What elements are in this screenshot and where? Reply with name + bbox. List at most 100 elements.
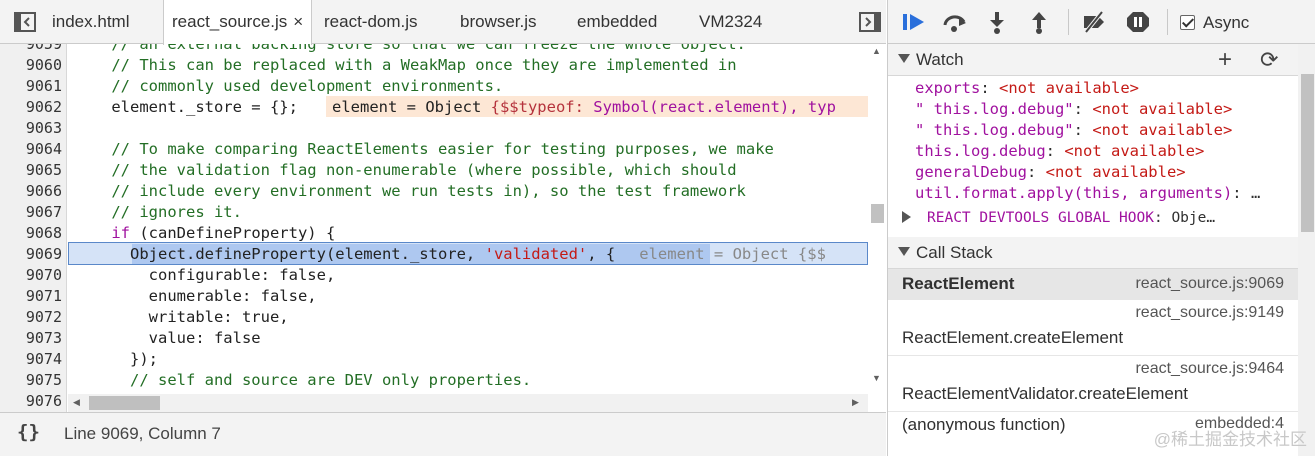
row-divider bbox=[888, 411, 1298, 412]
code-line: configurable: false, bbox=[74, 266, 336, 284]
async-checkbox[interactable] bbox=[1180, 15, 1195, 30]
watch-item[interactable]: generalDebug: <not available> bbox=[915, 162, 1186, 183]
watch-item[interactable]: " this.log.debug": <not available> bbox=[915, 120, 1232, 141]
line-number[interactable]: 9061 bbox=[0, 76, 62, 97]
scroll-up-icon[interactable]: ▲ bbox=[872, 46, 881, 56]
tab-react-dom-js[interactable]: react-dom.js bbox=[324, 0, 418, 44]
call-frame[interactable]: ReactElementValidator.createElement react… bbox=[888, 355, 1298, 411]
debugger-sidebar: Async Watch + ⟳ exports: <not available>… bbox=[887, 0, 1315, 456]
pause-on-exceptions-icon[interactable] bbox=[1124, 9, 1152, 35]
tab-vm2324[interactable]: VM2324 bbox=[699, 0, 762, 44]
tab-label: VM2324 bbox=[699, 12, 763, 31]
code-line: // commonly used development environment… bbox=[74, 77, 504, 95]
watch-item[interactable]: this.log.debug: <not available> bbox=[915, 141, 1204, 162]
watch-value: <not available> bbox=[1045, 163, 1186, 181]
line-number[interactable]: 9075 bbox=[0, 370, 62, 391]
call-frame[interactable]: ReactElement.createElement react_source.j… bbox=[888, 299, 1298, 355]
tab-browser-js[interactable]: browser.js bbox=[460, 0, 537, 44]
toolbar-divider bbox=[1068, 9, 1069, 35]
call-frame[interactable]: ReactElement react_source.js:9069 bbox=[888, 269, 1298, 299]
watch-item[interactable]: exports: <not available> bbox=[915, 78, 1139, 99]
line-gutter[interactable]: 9059 9060 9061 9062 9063 9064 9065 9066 9067 9068… bbox=[0, 44, 67, 412]
code-editor[interactable]: 9059 9060 9061 9062 9063 9064 9065 9066 9067 9068… bbox=[0, 44, 886, 412]
watch-item[interactable]: " this.log.debug": <not available> bbox=[915, 99, 1232, 120]
line-number[interactable]: 9070 bbox=[0, 265, 62, 286]
line-number[interactable]: 9060 bbox=[0, 55, 62, 76]
debugger-toolbar: Async bbox=[888, 0, 1315, 44]
resume-icon[interactable] bbox=[900, 9, 928, 35]
code-line: // self and source are DEV only properti… bbox=[74, 371, 532, 389]
watch-item[interactable]: util.format.apply(this, arguments): … bbox=[915, 183, 1260, 204]
line-number[interactable]: 9068 bbox=[0, 223, 62, 244]
code-area[interactable]: // an external backing store so that we … bbox=[68, 44, 868, 394]
close-tab-icon[interactable]: × bbox=[293, 12, 303, 31]
tab-label: browser.js bbox=[460, 12, 537, 31]
call-frame-location[interactable]: react_source.js:9464 bbox=[1135, 360, 1284, 378]
tab-react-source-js[interactable]: react_source.js × bbox=[163, 0, 313, 45]
code-line: // the validation flag non-enumerable (w… bbox=[74, 161, 737, 179]
code-line: // This can be replaced with a WeakMap o… bbox=[74, 56, 737, 74]
vertical-scrollbar[interactable]: ▲ ▼ bbox=[868, 44, 886, 394]
scroll-thumb[interactable] bbox=[871, 204, 884, 223]
step-out-icon[interactable] bbox=[1025, 9, 1053, 35]
inline-key: {$$typeof: bbox=[490, 98, 594, 116]
call-frame-function: (anonymous function) bbox=[902, 415, 1066, 434]
watch-value: <not available> bbox=[999, 79, 1139, 97]
scroll-thumb[interactable] bbox=[1301, 74, 1314, 232]
call-frame-location[interactable]: react_source.js:9069 bbox=[1135, 275, 1284, 293]
code-line: // ignores it. bbox=[74, 203, 242, 221]
line-number[interactable]: 9073 bbox=[0, 328, 62, 349]
line-number[interactable]: 9072 bbox=[0, 307, 62, 328]
toggle-navigator-icon[interactable] bbox=[12, 9, 38, 35]
watch-name: util.format.apply(this, arguments) bbox=[915, 184, 1233, 202]
line-number[interactable]: 9062 bbox=[0, 97, 62, 118]
inline-val: Symbol(react.element), typ bbox=[593, 98, 836, 116]
watch-name: generalDebug bbox=[915, 163, 1027, 181]
line-number[interactable]: 9067 bbox=[0, 202, 62, 223]
horizontal-scrollbar[interactable]: ◀ ▶ bbox=[68, 394, 868, 412]
row-divider bbox=[888, 299, 1298, 300]
inline-value-text: element = Object {$$typeof: Symbol(react… bbox=[332, 97, 836, 118]
watch-name: exports bbox=[915, 79, 981, 97]
line-number[interactable]: 9065 bbox=[0, 160, 62, 181]
tab-index-html[interactable]: index.html bbox=[52, 0, 129, 44]
refresh-icon[interactable]: ⟳ bbox=[1260, 47, 1278, 73]
toolbar-divider bbox=[1167, 9, 1168, 35]
line-number[interactable]: 9064 bbox=[0, 139, 62, 160]
line-number[interactable]: 9074 bbox=[0, 349, 62, 370]
inline-name: element = Object bbox=[332, 98, 491, 116]
toggle-debugger-icon[interactable] bbox=[857, 9, 883, 35]
line-number[interactable]: 9063 bbox=[0, 118, 62, 139]
watch-separator: : bbox=[1026, 163, 1046, 181]
expand-triangle-icon[interactable] bbox=[902, 211, 911, 223]
line-number[interactable]: 9059 bbox=[0, 44, 62, 55]
sidebar-scrollbar[interactable] bbox=[1298, 44, 1315, 456]
watch-value: <not available> bbox=[1092, 100, 1233, 118]
scroll-right-icon[interactable]: ▶ bbox=[852, 397, 859, 408]
line-number[interactable]: 9069 bbox=[0, 244, 62, 265]
tab-embedded[interactable]: embedded bbox=[577, 0, 657, 44]
line-number[interactable]: 9076 bbox=[0, 391, 62, 412]
inline-value-9069: element = Object {$$ bbox=[639, 245, 826, 263]
call-frame-function: ReactElement.createElement bbox=[902, 328, 1124, 347]
call-frame-function: ReactElement bbox=[902, 274, 1015, 293]
step-into-icon[interactable] bbox=[983, 9, 1011, 35]
watch-value: … bbox=[1250, 184, 1261, 202]
call-frame-location[interactable]: react_source.js:9149 bbox=[1135, 304, 1284, 322]
step-over-icon[interactable] bbox=[941, 9, 969, 35]
add-watch-icon[interactable]: + bbox=[1218, 46, 1232, 74]
line-number[interactable]: 9066 bbox=[0, 181, 62, 202]
scroll-down-icon[interactable]: ▼ bbox=[872, 373, 881, 383]
code-text: Object.defineProperty(element._store, bbox=[74, 245, 485, 263]
line-number[interactable]: 9071 bbox=[0, 286, 62, 307]
scroll-thumb[interactable] bbox=[89, 396, 160, 410]
string-literal: 'validated' bbox=[484, 245, 588, 263]
call-stack-section-header[interactable]: Call Stack bbox=[888, 237, 1298, 269]
watch-section-header[interactable]: Watch + ⟳ bbox=[888, 44, 1298, 76]
pretty-print-button[interactable]: {} bbox=[17, 421, 40, 443]
watch-separator: : bbox=[1073, 121, 1093, 139]
deactivate-breakpoints-icon[interactable] bbox=[1080, 9, 1108, 35]
scroll-left-icon[interactable]: ◀ bbox=[73, 397, 80, 408]
watch-item-devtools-hook[interactable]: REACT DEVTOOLS GLOBAL HOOK: Obje… bbox=[902, 208, 1215, 229]
